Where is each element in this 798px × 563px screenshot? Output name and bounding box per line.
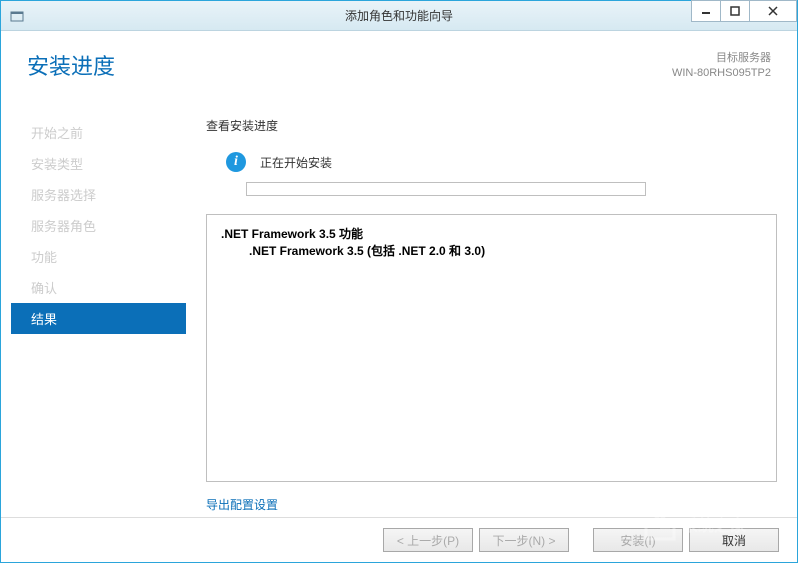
maximize-icon [730, 6, 740, 16]
minimize-button[interactable] [691, 0, 721, 22]
app-icon [9, 8, 25, 24]
sidebar-item-server-select: 服务器选择 [11, 179, 186, 210]
body: 安装进度 目标服务器 WIN-80RHS095TP2 开始之前 安装类型 服务器… [1, 31, 797, 562]
section-label: 查看安装进度 [206, 117, 777, 134]
sidebar-item-before-begin: 开始之前 [11, 117, 186, 148]
export-config-link[interactable]: 导出配置设置 [206, 496, 777, 513]
wizard-window: 添加角色和功能向导 安装进度 目标服务器 WIN-80RHS095TP2 开始之… [0, 0, 798, 563]
close-icon [768, 6, 778, 16]
window-title: 添加角色和功能向导 [1, 7, 797, 24]
details-box: .NET Framework 3.5 功能 .NET Framework 3.5… [206, 214, 777, 482]
sidebar-item-server-roles: 服务器角色 [11, 210, 186, 241]
target-server-value: WIN-80RHS095TP2 [672, 66, 771, 81]
sidebar-item-install-type: 安装类型 [11, 148, 186, 179]
footer: < 上一步(P) 下一步(N) > 安装(I) 取消 [1, 517, 797, 562]
sidebar: 开始之前 安装类型 服务器选择 服务器角色 功能 确认 结果 [11, 109, 186, 517]
sidebar-item-results: 结果 [11, 303, 186, 334]
maximize-button[interactable] [720, 0, 750, 22]
titlebar: 添加角色和功能向导 [1, 1, 797, 31]
main-panel: 查看安装进度 i 正在开始安装 .NET Framework 3.5 功能 .N… [186, 109, 787, 517]
header: 安装进度 目标服务器 WIN-80RHS095TP2 [1, 31, 797, 109]
progress-bar [246, 182, 646, 196]
detail-line-2: .NET Framework 3.5 (包括 .NET 2.0 和 3.0) [221, 242, 762, 259]
close-button[interactable] [749, 0, 797, 22]
prev-button: < 上一步(P) [383, 528, 473, 552]
status-text: 正在开始安装 [260, 154, 332, 171]
page-title: 安装进度 [27, 49, 115, 81]
target-server-label: 目标服务器 [672, 51, 771, 66]
install-button: 安装(I) [593, 528, 683, 552]
button-gap [575, 528, 587, 552]
sidebar-item-confirm: 确认 [11, 272, 186, 303]
sidebar-item-features: 功能 [11, 241, 186, 272]
minimize-icon [701, 6, 711, 16]
info-icon: i [226, 152, 246, 172]
content: 开始之前 安装类型 服务器选择 服务器角色 功能 确认 结果 查看安装进度 i … [1, 109, 797, 517]
cancel-button[interactable]: 取消 [689, 528, 779, 552]
window-controls [692, 0, 797, 22]
next-button: 下一步(N) > [479, 528, 569, 552]
status-row: i 正在开始安装 [206, 152, 777, 172]
target-server: 目标服务器 WIN-80RHS095TP2 [672, 51, 771, 82]
detail-line-1: .NET Framework 3.5 功能 [221, 225, 762, 242]
